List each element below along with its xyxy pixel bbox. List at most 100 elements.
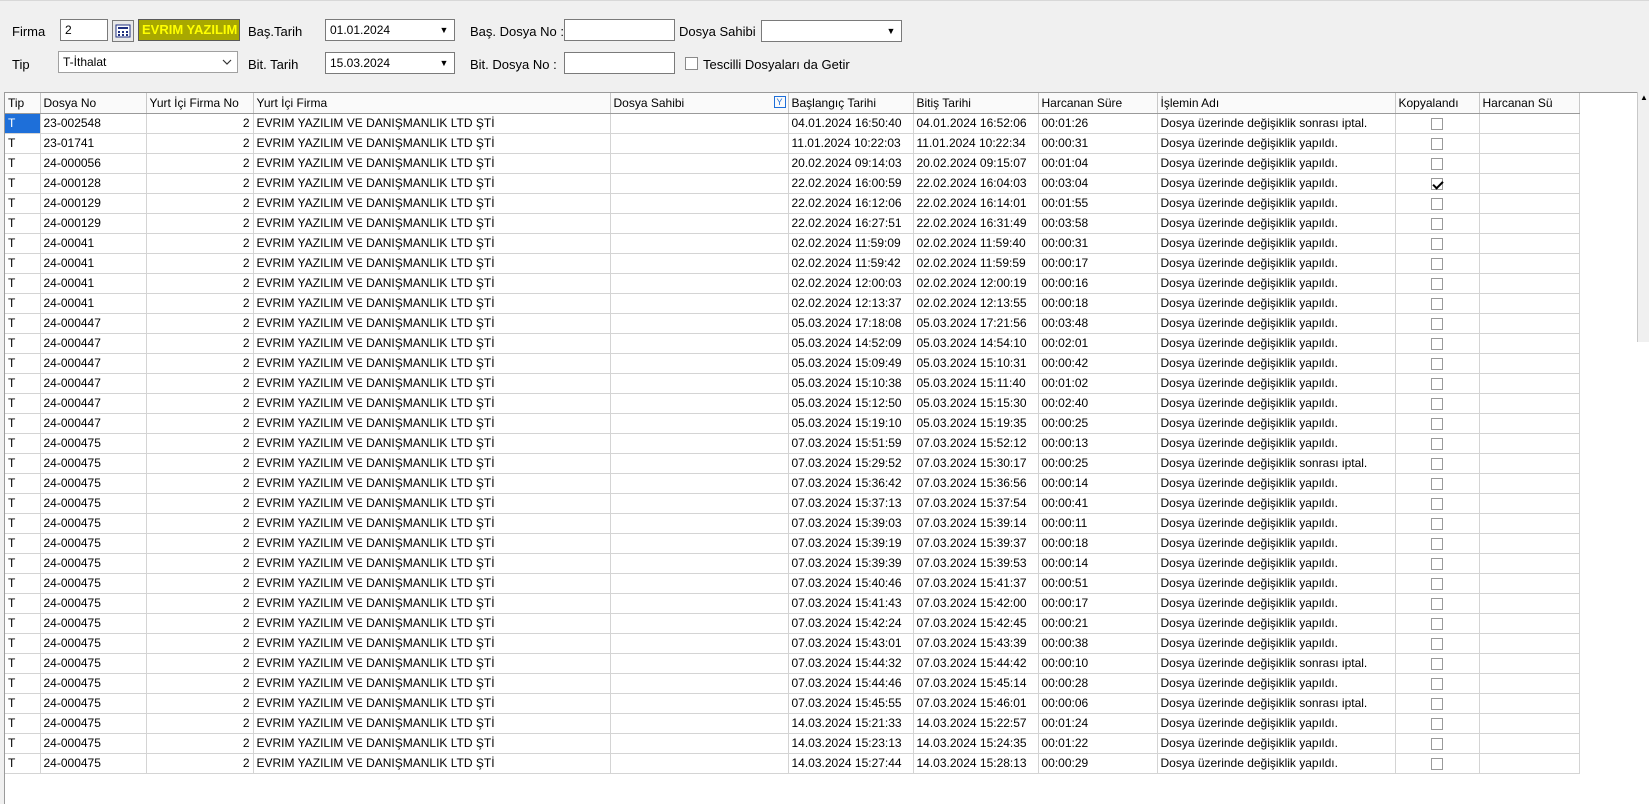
cell-islem[interactable]: Dosya üzerinde değişiklik sonrası iptal. <box>1157 653 1396 674</box>
cell-kopyalandi[interactable] <box>1395 513 1480 534</box>
cell-islem[interactable]: Dosya üzerinde değişiklik yapıldı. <box>1157 253 1396 274</box>
table-row[interactable]: T 24-000475 2 EVRIM YAZILIM VE DANIŞMANLIK … <box>5 473 1580 494</box>
cell-kopyalandi[interactable] <box>1395 553 1480 574</box>
cell-firma_no[interactable]: 2 <box>146 333 254 354</box>
cell-firma_no[interactable]: 2 <box>146 653 254 674</box>
cell-tip[interactable]: T <box>5 173 41 194</box>
kopyalandi-checkbox[interactable] <box>1431 257 1443 270</box>
table-row[interactable]: T 24-000475 2 EVRIM YAZILIM VE DANIŞMANLIK … <box>5 513 1580 534</box>
cell-bit[interactable]: 05.03.2024 15:15:30 <box>913 393 1039 414</box>
cell-islem[interactable]: Dosya üzerinde değişiklik yapıldı. <box>1157 613 1396 634</box>
cell-tip[interactable]: T <box>5 373 41 394</box>
cell-dosya[interactable]: 24-000129 <box>40 193 147 214</box>
cell-bas[interactable]: 14.03.2024 15:27:44 <box>788 753 914 774</box>
cell-firma_no[interactable]: 2 <box>146 233 254 254</box>
cell-bas[interactable]: 02.02.2024 11:59:42 <box>788 253 914 274</box>
cell-bit[interactable]: 22.02.2024 16:04:03 <box>913 173 1039 194</box>
table-row[interactable]: T 24-000447 2 EVRIM YAZILIM VE DANIŞMANLIK … <box>5 413 1580 434</box>
cell-dosya[interactable]: 24-00041 <box>40 273 147 294</box>
cell-harcanan-sure-2[interactable] <box>1479 153 1580 174</box>
bit-dosya-input[interactable] <box>564 52 675 74</box>
cell-islem[interactable]: Dosya üzerinde değişiklik yapıldı. <box>1157 713 1396 734</box>
kopyalandi-checkbox[interactable] <box>1431 297 1443 310</box>
cell-tip[interactable]: T <box>5 473 41 494</box>
cell-kopyalandi[interactable] <box>1395 293 1480 314</box>
cell-tip[interactable]: T <box>5 233 41 254</box>
cell-firma[interactable]: EVRIM YAZILIM VE DANIŞMANLIK LTD ŞTİ <box>253 333 611 354</box>
kopyalandi-checkbox[interactable] <box>1431 437 1443 450</box>
cell-firma_no[interactable]: 2 <box>146 513 254 534</box>
cell-dosya[interactable]: 24-000475 <box>40 513 147 534</box>
cell-firma[interactable]: EVRIM YAZILIM VE DANIŞMANLIK LTD ŞTİ <box>253 193 611 214</box>
kopyalandi-checkbox[interactable] <box>1431 217 1443 230</box>
cell-sahibi[interactable] <box>610 133 789 154</box>
cell-firma_no[interactable]: 2 <box>146 613 254 634</box>
cell-dosya[interactable]: 24-000475 <box>40 533 147 554</box>
cell-bit[interactable]: 07.03.2024 15:44:42 <box>913 653 1039 674</box>
cell-dosya[interactable]: 24-000475 <box>40 433 147 454</box>
table-row[interactable]: T 24-000475 2 EVRIM YAZILIM VE DANIŞMANLIK … <box>5 533 1580 554</box>
cell-tip[interactable]: T <box>5 573 41 594</box>
cell-dosya[interactable]: 24-000475 <box>40 473 147 494</box>
cell-firma_no[interactable]: 2 <box>146 413 254 434</box>
cell-tip[interactable]: T <box>5 513 41 534</box>
cell-firma_no[interactable]: 2 <box>146 393 254 414</box>
cell-harcanan-sure-2[interactable] <box>1479 373 1580 394</box>
cell-firma_no[interactable]: 2 <box>146 473 254 494</box>
kopyalandi-checkbox[interactable] <box>1431 137 1443 150</box>
cell-harcanan-sure-2[interactable] <box>1479 353 1580 374</box>
cell-sahibi[interactable] <box>610 373 789 394</box>
cell-firma[interactable]: EVRIM YAZILIM VE DANIŞMANLIK LTD ŞTİ <box>253 273 611 294</box>
kopyalandi-checkbox[interactable] <box>1431 417 1443 430</box>
cell-firma[interactable]: EVRIM YAZILIM VE DANIŞMANLIK LTD ŞTİ <box>253 213 611 234</box>
cell-islem[interactable]: Dosya üzerinde değişiklik yapıldı. <box>1157 553 1396 574</box>
cell-sure[interactable]: 00:00:31 <box>1038 233 1158 254</box>
cell-firma[interactable]: EVRIM YAZILIM VE DANIŞMANLIK LTD ŞTİ <box>253 233 611 254</box>
kopyalandi-checkbox[interactable] <box>1431 477 1443 490</box>
cell-sahibi[interactable] <box>610 473 789 494</box>
cell-islem[interactable]: Dosya üzerinde değişiklik yapıldı. <box>1157 193 1396 214</box>
cell-firma[interactable]: EVRIM YAZILIM VE DANIŞMANLIK LTD ŞTİ <box>253 253 611 274</box>
cell-tip[interactable]: T <box>5 693 41 714</box>
cell-sahibi[interactable] <box>610 433 789 454</box>
cell-islem[interactable]: Dosya üzerinde değişiklik yapıldı. <box>1157 353 1396 374</box>
cell-harcanan-sure-2[interactable] <box>1479 173 1580 194</box>
kopyalandi-checkbox[interactable] <box>1431 577 1443 590</box>
cell-firma_no[interactable]: 2 <box>146 713 254 734</box>
kopyalandi-checkbox[interactable] <box>1431 457 1443 470</box>
cell-dosya[interactable]: 24-000128 <box>40 173 147 194</box>
cell-dosya[interactable]: 24-000475 <box>40 493 147 514</box>
cell-sahibi[interactable] <box>610 153 789 174</box>
cell-dosya[interactable]: 24-000475 <box>40 673 147 694</box>
cell-firma[interactable]: EVRIM YAZILIM VE DANIŞMANLIK LTD ŞTİ <box>253 313 611 334</box>
column-header[interactable]: Bitiş Tarihi <box>913 93 1039 114</box>
cell-firma_no[interactable]: 2 <box>146 553 254 574</box>
cell-islem[interactable]: Dosya üzerinde değişiklik yapıldı. <box>1157 433 1396 454</box>
cell-firma[interactable]: EVRIM YAZILIM VE DANIŞMANLIK LTD ŞTİ <box>253 413 611 434</box>
cell-bas[interactable]: 07.03.2024 15:39:39 <box>788 553 914 574</box>
cell-bit[interactable]: 02.02.2024 11:59:40 <box>913 233 1039 254</box>
cell-bas[interactable]: 07.03.2024 15:40:46 <box>788 573 914 594</box>
cell-sure[interactable]: 00:01:55 <box>1038 193 1158 214</box>
cell-kopyalandi[interactable] <box>1395 353 1480 374</box>
table-row[interactable]: T 24-000447 2 EVRIM YAZILIM VE DANIŞMANLIK … <box>5 373 1580 394</box>
cell-islem[interactable]: Dosya üzerinde değişiklik yapıldı. <box>1157 733 1396 754</box>
cell-firma[interactable]: EVRIM YAZILIM VE DANIŞMANLIK LTD ŞTİ <box>253 753 611 774</box>
cell-harcanan-sure-2[interactable] <box>1479 213 1580 234</box>
table-row[interactable]: T 24-00041 2 EVRIM YAZILIM VE DANIŞMANLIK L… <box>5 293 1580 314</box>
cell-dosya[interactable]: 24-000447 <box>40 333 147 354</box>
kopyalandi-checkbox[interactable] <box>1431 397 1443 410</box>
cell-sahibi[interactable] <box>610 413 789 434</box>
cell-bas[interactable]: 05.03.2024 15:10:38 <box>788 373 914 394</box>
cell-sure[interactable]: 00:00:28 <box>1038 673 1158 694</box>
table-row[interactable]: T 24-000128 2 EVRIM YAZILIM VE DANIŞMANLIK … <box>5 173 1580 194</box>
cell-firma[interactable]: EVRIM YAZILIM VE DANIŞMANLIK LTD ŞTİ <box>253 633 611 654</box>
cell-islem[interactable]: Dosya üzerinde değişiklik yapıldı. <box>1157 173 1396 194</box>
cell-bit[interactable]: 11.01.2024 10:22:34 <box>913 133 1039 154</box>
cell-bas[interactable]: 07.03.2024 15:39:19 <box>788 533 914 554</box>
cell-tip[interactable]: T <box>5 613 41 634</box>
column-header[interactable]: Yurt İçi Firma <box>253 93 611 114</box>
cell-kopyalandi[interactable] <box>1395 413 1480 434</box>
table-row[interactable]: T 24-000447 2 EVRIM YAZILIM VE DANIŞMANLIK … <box>5 313 1580 334</box>
cell-kopyalandi[interactable] <box>1395 613 1480 634</box>
